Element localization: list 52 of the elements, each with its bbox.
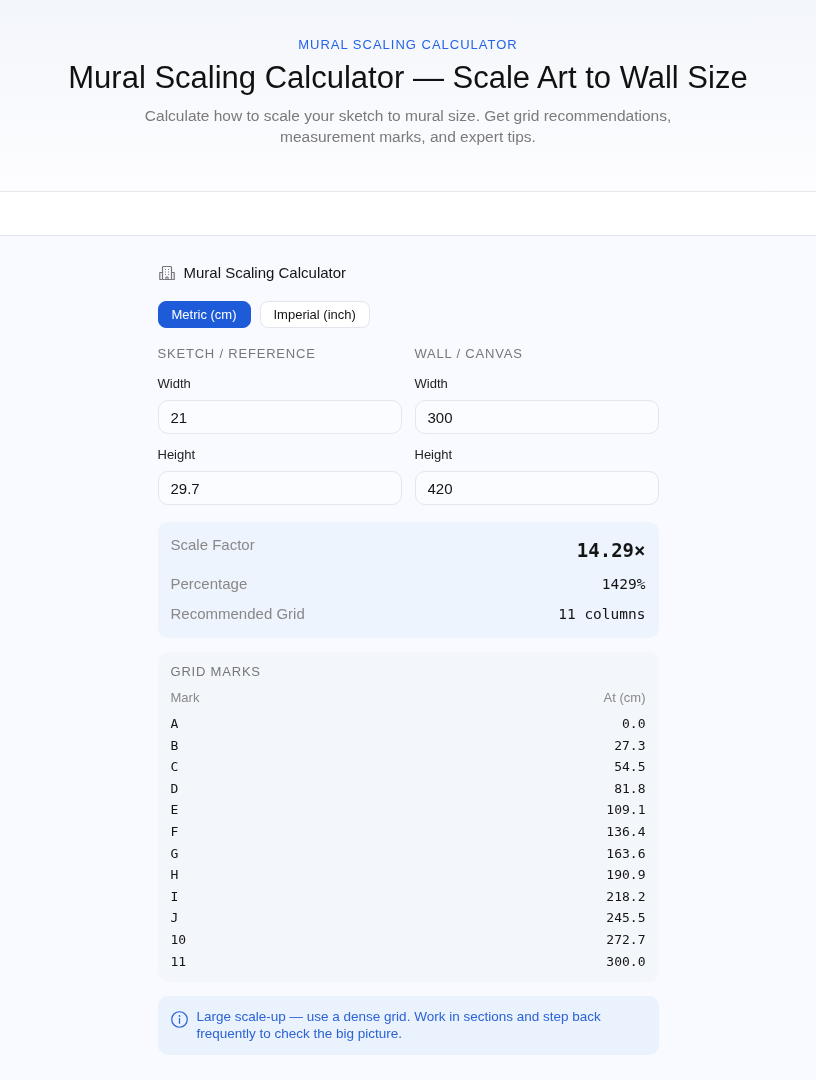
mark-position: 54.5 xyxy=(614,758,646,777)
number-input[interactable]: 21 xyxy=(157,400,402,434)
mark-label: I xyxy=(170,887,179,906)
field-label: Height xyxy=(414,447,454,463)
column-header: Mark xyxy=(170,690,200,706)
mark-label: D xyxy=(170,779,179,798)
section-heading: SKETCH / REFERENCE xyxy=(157,346,317,362)
mark-label: E xyxy=(170,801,179,820)
mark-position: 190.9 xyxy=(606,866,646,885)
number-input[interactable]: 29.7 xyxy=(157,471,402,505)
mark-position: 81.8 xyxy=(614,779,646,798)
grid-marks-heading: GRID MARKS xyxy=(170,664,262,680)
field-label: Height xyxy=(157,447,197,463)
result-label: Percentage xyxy=(170,574,248,594)
mark-label: A xyxy=(170,715,179,733)
result-value: 14.29× xyxy=(576,538,646,563)
info-icon xyxy=(170,1011,188,1029)
mark-position: 245.5 xyxy=(606,909,646,928)
mark-position: 272.7 xyxy=(606,930,646,949)
mark-label: C xyxy=(170,758,179,777)
section-heading: WALL / CANVAS xyxy=(414,346,524,362)
result-label: Recommended Grid xyxy=(170,604,305,624)
number-input[interactable]: 300 xyxy=(414,400,659,434)
page-title: Mural Scaling Calculator — Scale Art to Wall Size xyxy=(67,59,749,97)
mark-position: 163.6 xyxy=(606,844,646,863)
result-value: 1429% xyxy=(601,575,646,594)
mark-position: 300.0 xyxy=(606,952,646,971)
mark-position: 0.0 xyxy=(622,715,646,733)
mark-label: J xyxy=(170,909,179,928)
mark-label: 11 xyxy=(170,952,187,971)
field-label: Width xyxy=(414,376,449,392)
field-label: Width xyxy=(157,376,192,392)
mark-label: F xyxy=(170,822,179,841)
mark-label: H xyxy=(170,866,179,885)
tip-text: Large scale-up — use a dense grid. Work in sections and step back frequently to check the big picture. xyxy=(196,1008,602,1043)
number-input[interactable]: 420 xyxy=(414,471,659,505)
mark-label: B xyxy=(170,736,179,755)
mark-position: 136.4 xyxy=(606,822,646,841)
column-header: At (cm) xyxy=(603,690,646,706)
mark-label: G xyxy=(170,844,179,863)
calculator-title: Mural Scaling Calculator xyxy=(183,263,347,283)
mark-position: 27.3 xyxy=(614,736,646,755)
unit-tab[interactable]: Metric (cm) xyxy=(157,301,251,328)
eyebrow-label: MURAL SCALING CALCULATOR xyxy=(297,36,519,54)
result-label: Scale Factor xyxy=(170,535,255,555)
mark-position: 218.2 xyxy=(606,887,646,906)
page-subtitle: Calculate how to scale your sketch to mural size. Get grid recommendations, measurement marks, and expert tips. xyxy=(143,106,673,147)
result-value: 11 columns xyxy=(558,605,646,624)
unit-tab[interactable]: Imperial (inch) xyxy=(259,301,370,328)
mark-position: 109.1 xyxy=(606,801,646,820)
building-icon xyxy=(158,265,175,281)
mark-label: 10 xyxy=(170,930,187,949)
